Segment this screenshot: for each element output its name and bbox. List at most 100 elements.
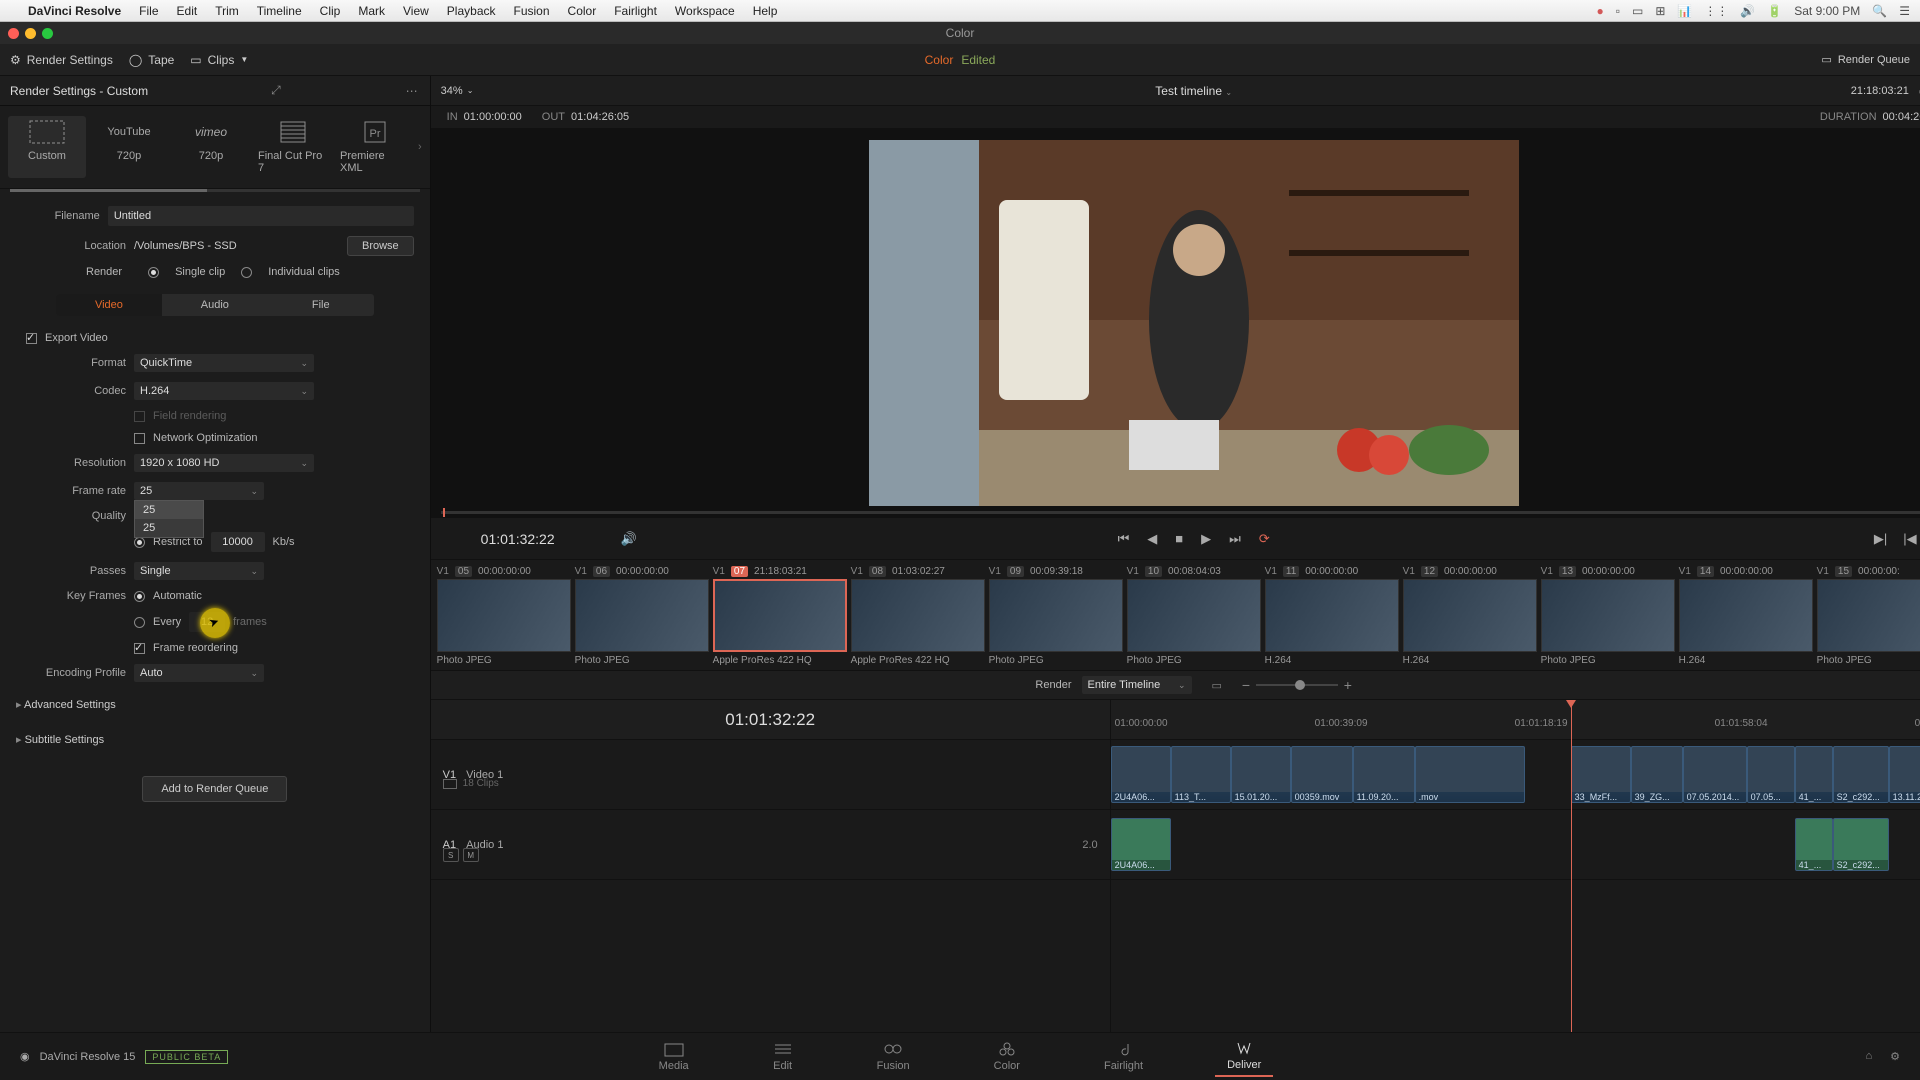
volume-icon[interactable]: 🔊 — [621, 531, 637, 547]
video-track[interactable]: 2U4A06...113_T...15.01.20...00359.mov11.… — [1111, 740, 1920, 810]
chevron-right-icon[interactable]: › — [418, 141, 422, 153]
video-track-header[interactable]: V1 Video 1 18 Clips — [431, 740, 1110, 810]
audio-clip[interactable]: 2U4A06... — [1111, 818, 1171, 871]
clip-thumbnail[interactable]: V10600:00:00:00Photo JPEG — [575, 564, 709, 666]
viewer[interactable] — [431, 128, 1920, 518]
view-icon[interactable]: ▭ — [1212, 679, 1222, 692]
video-clip[interactable]: 2U4A06... — [1111, 746, 1171, 803]
single-clip-radio[interactable] — [148, 267, 159, 278]
clip-thumbnails[interactable]: V10500:00:00:00Photo JPEGV10600:00:00:00… — [431, 560, 1920, 670]
framerate-option[interactable]: 25 — [135, 501, 203, 519]
zoom-out-icon[interactable]: − — [1242, 677, 1250, 693]
video-clip[interactable]: 39_ZG... — [1631, 746, 1683, 803]
audio-track-header[interactable]: A1 Audio 1 2.0 S M — [431, 810, 1110, 880]
preset-custom[interactable]: Custom — [8, 116, 86, 178]
kf-every-radio[interactable] — [134, 617, 145, 628]
close-icon[interactable] — [8, 28, 19, 39]
clip-thumbnail[interactable]: V10500:00:00:00Photo JPEG — [437, 564, 571, 666]
menu-fusion[interactable]: Fusion — [514, 4, 550, 18]
clip-thumbnail[interactable]: V11300:00:00:00Photo JPEG — [1541, 564, 1675, 666]
spotlight-icon[interactable]: 🔍 — [1872, 4, 1887, 18]
format-select[interactable]: QuickTime⌄ — [134, 354, 314, 372]
render-scope-select[interactable]: Entire Timeline⌄ — [1082, 676, 1192, 694]
passes-select[interactable]: Single⌄ — [134, 562, 264, 580]
home-icon[interactable]: ⌂ — [1865, 1050, 1872, 1063]
menu-color[interactable]: Color — [568, 4, 597, 18]
menu-trim[interactable]: Trim — [215, 4, 239, 18]
video-clip[interactable]: 113_T... — [1171, 746, 1231, 803]
loop-icon[interactable]: ⟳ — [1259, 531, 1270, 547]
page-edit[interactable]: Edit — [761, 1037, 805, 1076]
video-clip[interactable]: .mov — [1415, 746, 1525, 803]
bitrate-input[interactable] — [211, 532, 265, 552]
tab-video[interactable]: Video — [56, 294, 162, 316]
menu-clip[interactable]: Clip — [320, 4, 341, 18]
framerate-option[interactable]: 25 — [135, 519, 203, 537]
zoom-in-icon[interactable]: + — [1344, 677, 1352, 693]
resolution-select[interactable]: 1920 x 1080 HD⌄ — [134, 454, 314, 472]
scrubber[interactable] — [441, 511, 1920, 514]
settings-icon[interactable]: ⚙ — [1890, 1050, 1900, 1063]
page-fusion[interactable]: Fusion — [865, 1037, 922, 1076]
network-opt-checkbox[interactable] — [134, 433, 145, 444]
jump-end-icon[interactable]: ▶| — [1874, 531, 1887, 547]
clips-toggle[interactable]: ▭ Clips ▼ — [190, 53, 248, 67]
audio-clip[interactable]: 41_... — [1795, 818, 1833, 871]
clip-thumbnail[interactable]: V11400:00:00:00H.264 — [1679, 564, 1813, 666]
app-name[interactable]: DaVinci Resolve — [28, 4, 121, 18]
playhead[interactable] — [1571, 700, 1572, 1032]
restrict-radio[interactable] — [134, 537, 145, 548]
codec-select[interactable]: H.264⌄ — [134, 382, 314, 400]
audio-track[interactable]: 2U4A06...41_...S2_c292...S3_d29...S3_d29… — [1111, 810, 1920, 880]
preset-premiere[interactable]: Pr Premiere XML — [336, 116, 414, 178]
individual-clips-radio[interactable] — [241, 267, 252, 278]
video-clip[interactable]: 07.05.2014... — [1683, 746, 1747, 803]
encoding-profile-select[interactable]: Auto⌄ — [134, 664, 264, 682]
video-clip[interactable]: 13.11.2014... — [1889, 746, 1920, 803]
clip-thumbnail[interactable]: V11500:00:00:Photo JPEG — [1817, 564, 1920, 666]
filename-input[interactable] — [108, 206, 414, 226]
zoom-slider[interactable] — [1256, 684, 1338, 686]
menu-file[interactable]: File — [139, 4, 158, 18]
preset-vimeo[interactable]: vimeo 720p — [172, 116, 250, 178]
clip-thumbnail[interactable]: V10801:03:02:27Apple ProRes 422 HQ — [851, 564, 985, 666]
page-media[interactable]: Media — [647, 1037, 701, 1076]
page-fairlight[interactable]: Fairlight — [1092, 1037, 1155, 1076]
timeline-name[interactable]: Test timeline — [1155, 84, 1222, 98]
render-settings-toggle[interactable]: ⚙ Render Settings — [10, 53, 113, 67]
menu-edit[interactable]: Edit — [177, 4, 198, 18]
menu-fairlight[interactable]: Fairlight — [614, 4, 657, 18]
video-clip[interactable]: 07.05... — [1747, 746, 1795, 803]
stop-icon[interactable]: ■ — [1175, 531, 1183, 546]
video-clip[interactable]: 15.01.20... — [1231, 746, 1291, 803]
mute-button[interactable]: M — [463, 848, 479, 862]
video-clip[interactable]: 00359.mov — [1291, 746, 1353, 803]
menu-view[interactable]: View — [403, 4, 429, 18]
preset-youtube[interactable]: YouTube 720p — [90, 116, 168, 178]
more-icon[interactable]: ⋯ — [406, 84, 420, 98]
kf-auto-radio[interactable] — [134, 591, 145, 602]
menu-help[interactable]: Help — [753, 4, 778, 18]
tab-audio[interactable]: Audio — [162, 294, 268, 316]
frame-reorder-checkbox[interactable] — [134, 643, 145, 654]
preset-fcp7[interactable]: Final Cut Pro 7 — [254, 116, 332, 178]
menu-icon[interactable]: ☰ — [1899, 4, 1910, 18]
field-rendering-checkbox[interactable] — [134, 411, 145, 422]
page-color[interactable]: Color — [982, 1037, 1032, 1076]
clip-thumbnail[interactable]: V11100:00:00:00H.264 — [1265, 564, 1399, 666]
menu-workspace[interactable]: Workspace — [675, 4, 735, 18]
page-deliver[interactable]: Deliver — [1215, 1036, 1273, 1077]
track-toggle-icon[interactable] — [443, 779, 457, 789]
render-queue-toggle[interactable]: ▭ Render Queue — [1821, 53, 1910, 66]
menu-playback[interactable]: Playback — [447, 4, 496, 18]
clip-thumbnail[interactable]: V10900:09:39:18Photo JPEG — [989, 564, 1123, 666]
next-frame-icon[interactable]: ⏭ — [1229, 531, 1241, 547]
first-frame-icon[interactable]: ⏮ — [1118, 531, 1130, 547]
framerate-select[interactable]: 25⌄ 25 25 — [134, 482, 264, 500]
play-icon[interactable]: ▶ — [1201, 531, 1211, 547]
menu-timeline[interactable]: Timeline — [257, 4, 302, 18]
tape-toggle[interactable]: ◯ Tape — [129, 53, 174, 67]
zoom-select[interactable]: 34%⌄ — [441, 85, 474, 97]
tab-file[interactable]: File — [268, 294, 374, 316]
clip-thumbnail[interactable]: V11200:00:00:00H.264 — [1403, 564, 1537, 666]
